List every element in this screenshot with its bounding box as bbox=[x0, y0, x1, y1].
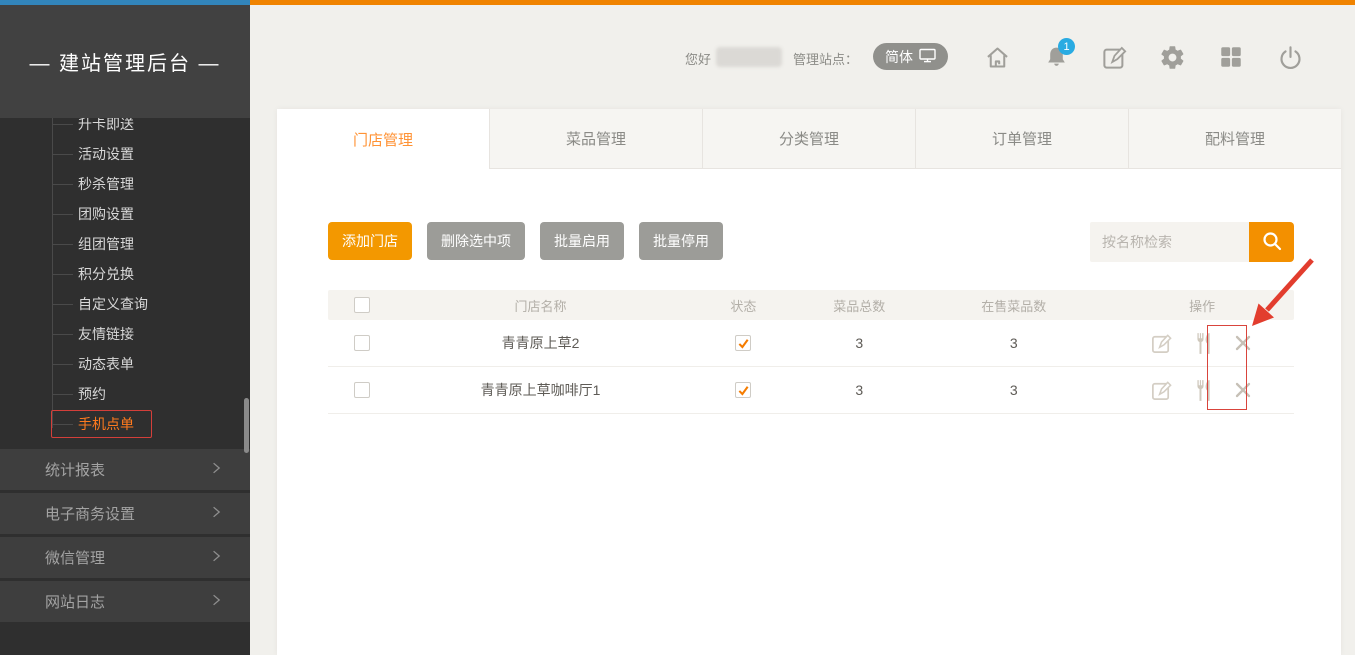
sidebar-submenu: 升卡即送 活动设置 秒杀管理 团购设置 组团管理 积分兑换 自定义查询 友情链接… bbox=[0, 109, 244, 439]
tab-dish-manage[interactable]: 菜品管理 bbox=[489, 109, 702, 169]
dish-on-sale: 3 bbox=[917, 335, 1110, 351]
table-row: 青青原上草2 3 3 bbox=[328, 320, 1294, 367]
batch-disable-button[interactable]: 批量停用 bbox=[639, 222, 723, 260]
sidebar-item-seckill[interactable]: 秒杀管理 bbox=[0, 169, 244, 199]
col-actions: 操作 bbox=[1110, 296, 1294, 315]
search-input[interactable] bbox=[1090, 222, 1249, 262]
sidebar-item-dynamic-form[interactable]: 动态表单 bbox=[0, 349, 244, 379]
select-all-checkbox[interactable] bbox=[354, 297, 370, 313]
main-panel: 门店管理 菜品管理 分类管理 订单管理 配料管理 添加门店 删除选中项 批量启用… bbox=[277, 109, 1341, 655]
add-store-button[interactable]: 添加门店 bbox=[328, 222, 412, 260]
edit-row-icon[interactable] bbox=[1149, 378, 1173, 402]
row-checkbox[interactable] bbox=[354, 382, 370, 398]
notification-badge: 1 bbox=[1058, 38, 1075, 55]
sidebar-item-wechat-manage[interactable]: 微信管理 bbox=[0, 537, 250, 581]
language-label: 简体 bbox=[885, 47, 913, 67]
sidebar: 升卡即送 活动设置 秒杀管理 团购设置 组团管理 积分兑换 自定义查询 友情链接… bbox=[0, 5, 250, 655]
edit-icon[interactable] bbox=[1100, 43, 1128, 71]
sidebar-categories: 统计报表 电子商务设置 微信管理 网站日志 bbox=[0, 449, 250, 625]
fork-knife-icon[interactable] bbox=[1190, 378, 1214, 402]
row-checkbox[interactable] bbox=[354, 335, 370, 351]
delete-selected-button[interactable]: 删除选中项 bbox=[427, 222, 525, 260]
app-title: — 建站管理后台 — bbox=[29, 47, 220, 76]
sidebar-item-activity-settings[interactable]: 活动设置 bbox=[0, 139, 244, 169]
sidebar-item-statistics[interactable]: 统计报表 bbox=[0, 449, 250, 493]
table-row: 青青原上草咖啡厅1 3 3 bbox=[328, 367, 1294, 414]
category-label: 微信管理 bbox=[45, 547, 105, 568]
gear-icon[interactable] bbox=[1158, 43, 1186, 71]
store-name: 青青原上草咖啡厅1 bbox=[396, 380, 686, 400]
dish-total: 3 bbox=[801, 335, 917, 351]
delete-row-icon[interactable] bbox=[1231, 378, 1255, 402]
username-redacted bbox=[716, 47, 782, 67]
sidebar-item-points-exchange[interactable]: 积分兑换 bbox=[0, 259, 244, 289]
search-box bbox=[1090, 222, 1294, 262]
sidebar-item-group-manage[interactable]: 组团管理 bbox=[0, 229, 244, 259]
edit-row-icon[interactable] bbox=[1149, 331, 1173, 355]
dish-total: 3 bbox=[801, 382, 917, 398]
sidebar-item-label: 手机点单 bbox=[78, 414, 134, 434]
greeting-text: 您好 bbox=[685, 49, 711, 68]
language-site-pill[interactable]: 简体 bbox=[873, 43, 948, 70]
chevron-right-icon bbox=[208, 504, 224, 524]
status-checkbox-checked[interactable] bbox=[735, 382, 751, 398]
tab-store-manage[interactable]: 门店管理 bbox=[277, 109, 489, 169]
topbar-orange bbox=[250, 0, 1355, 5]
category-label: 电子商务设置 bbox=[45, 503, 135, 524]
tab-order-manage[interactable]: 订单管理 bbox=[915, 109, 1128, 169]
sidebar-item-site-logs[interactable]: 网站日志 bbox=[0, 581, 250, 625]
sidebar-item-friend-links[interactable]: 友情链接 bbox=[0, 319, 244, 349]
sidebar-item-groupbuy[interactable]: 团购设置 bbox=[0, 199, 244, 229]
tab-bar: 门店管理 菜品管理 分类管理 订单管理 配料管理 bbox=[277, 109, 1341, 169]
monitor-icon bbox=[919, 48, 936, 66]
chevron-right-icon bbox=[208, 548, 224, 568]
search-button[interactable] bbox=[1249, 222, 1294, 262]
store-table: 门店名称 状态 菜品总数 在售菜品数 操作 青青原上草2 3 3 青青原上草咖啡… bbox=[328, 290, 1294, 414]
col-dish-on-sale: 在售菜品数 bbox=[917, 296, 1110, 315]
category-label: 网站日志 bbox=[45, 591, 105, 612]
fork-knife-icon[interactable] bbox=[1190, 331, 1214, 355]
sidebar-header: — 建站管理后台 — bbox=[0, 5, 250, 118]
sidebar-item-custom-query[interactable]: 自定义查询 bbox=[0, 289, 244, 319]
tab-category-manage[interactable]: 分类管理 bbox=[702, 109, 915, 169]
home-icon[interactable] bbox=[983, 43, 1011, 71]
sidebar-item-ecommerce-settings[interactable]: 电子商务设置 bbox=[0, 493, 250, 537]
batch-enable-button[interactable]: 批量启用 bbox=[540, 222, 624, 260]
status-checkbox-checked[interactable] bbox=[735, 335, 751, 351]
store-name: 青青原上草2 bbox=[396, 333, 686, 353]
power-icon[interactable] bbox=[1276, 43, 1304, 71]
sidebar-item-reservation[interactable]: 预约 bbox=[0, 379, 244, 409]
col-store-name: 门店名称 bbox=[396, 296, 686, 315]
dish-on-sale: 3 bbox=[917, 382, 1110, 398]
search-icon bbox=[1260, 229, 1284, 256]
table-header-row: 门店名称 状态 菜品总数 在售菜品数 操作 bbox=[328, 290, 1294, 320]
sidebar-scrollbar-thumb[interactable] bbox=[244, 398, 249, 453]
category-label: 统计报表 bbox=[45, 459, 105, 480]
col-status: 状态 bbox=[685, 296, 801, 315]
chevron-right-icon bbox=[208, 592, 224, 612]
delete-row-icon[interactable] bbox=[1231, 331, 1255, 355]
sidebar-item-mobile-ordering[interactable]: 手机点单 bbox=[0, 409, 244, 439]
grid-icon[interactable] bbox=[1217, 43, 1245, 71]
col-dish-total: 菜品总数 bbox=[801, 296, 917, 315]
tab-ingredient-manage[interactable]: 配料管理 bbox=[1128, 109, 1341, 169]
chevron-right-icon bbox=[208, 460, 224, 480]
toolbar: 添加门店 删除选中项 批量启用 批量停用 bbox=[328, 222, 723, 260]
site-label: 管理站点： bbox=[793, 49, 858, 68]
